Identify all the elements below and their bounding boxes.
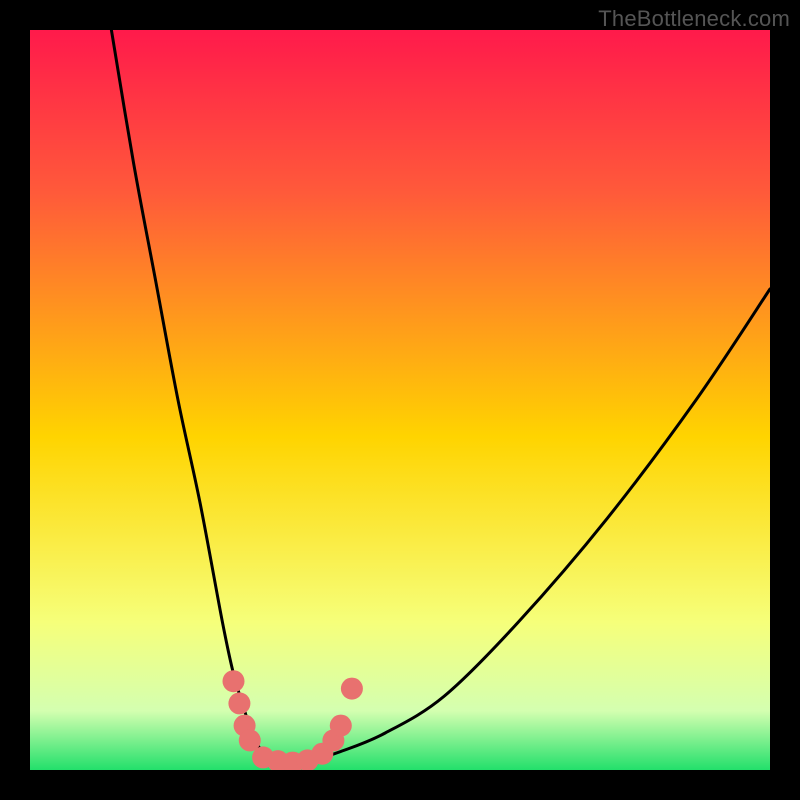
data-marker	[330, 715, 352, 737]
gradient-bg	[30, 30, 770, 770]
data-marker	[228, 692, 250, 714]
data-marker	[341, 678, 363, 700]
data-marker	[223, 670, 245, 692]
watermark-text: TheBottleneck.com	[598, 6, 790, 32]
chart-frame: TheBottleneck.com	[0, 0, 800, 800]
plot-area	[30, 30, 770, 770]
chart-svg	[30, 30, 770, 770]
